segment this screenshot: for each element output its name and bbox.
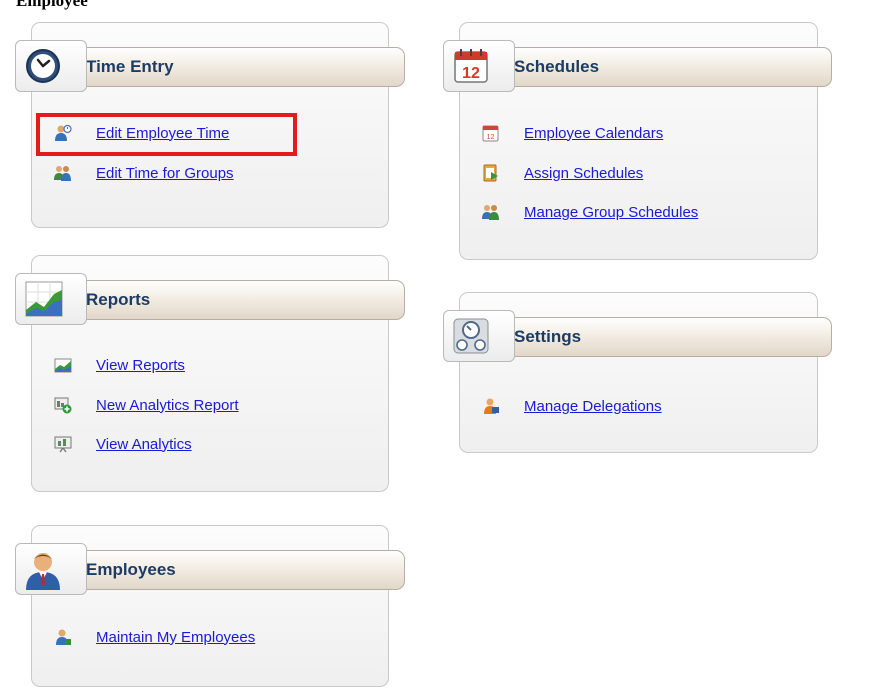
analytics-board-icon <box>54 435 72 453</box>
assign-schedules-link[interactable]: Assign Schedules <box>524 165 643 182</box>
card-title-employees: Employees <box>86 560 176 579</box>
card-settings: Settings Manage Delegations <box>443 292 832 453</box>
assign-schedule-icon <box>482 164 500 182</box>
card-title-time-entry: Time Entry <box>86 57 174 76</box>
link-item-view-analytics[interactable]: View Analytics <box>54 432 192 456</box>
card-title-reports: Reports <box>86 290 151 309</box>
edit-time-for-groups-link[interactable]: Edit Time for Groups <box>96 165 234 182</box>
link-item-manage-group-schedules[interactable]: Manage Group Schedules <box>482 200 698 224</box>
view-reports-link[interactable]: View Reports <box>96 357 185 374</box>
card-title-settings: Settings <box>514 327 582 346</box>
delegation-icon <box>482 397 500 415</box>
manage-group-schedules-link[interactable]: Manage Group Schedules <box>524 204 698 221</box>
link-item-maintain-my-employees[interactable]: Maintain My Employees <box>54 625 255 649</box>
settings-dials-icon <box>443 310 515 362</box>
calendar-day-number: 12 <box>462 65 480 82</box>
view-analytics-link[interactable]: View Analytics <box>96 436 192 453</box>
link-item-view-reports[interactable]: View Reports <box>54 353 185 377</box>
manage-delegations-link[interactable]: Manage Delegations <box>524 398 662 415</box>
employee-calendars-link[interactable]: Employee Calendars <box>524 125 663 142</box>
cutoff-page-title: Employee <box>16 0 88 10</box>
svg-text:12: 12 <box>487 134 495 141</box>
group-time-icon <box>54 164 72 182</box>
maintain-employees-icon <box>54 628 72 646</box>
calendar-small-icon: 12 <box>482 124 500 142</box>
new-analytics-icon <box>54 396 72 414</box>
link-item-employee-calendars[interactable]: 12 Employee Calendars <box>482 121 663 145</box>
employee-person-icon <box>15 543 87 595</box>
card-schedules: Schedules 12 12 Employee Calendars Assig… <box>443 22 832 260</box>
group-schedule-icon <box>482 203 500 221</box>
clock-icon <box>15 40 87 92</box>
card-title-schedules: Schedules <box>514 57 600 76</box>
link-item-edit-time-for-groups[interactable]: Edit Time for Groups <box>54 161 234 185</box>
report-chart-icon <box>54 356 72 374</box>
chart-icon <box>15 273 87 325</box>
card-employees: Employees Maintain My Employees <box>15 525 405 687</box>
link-item-manage-delegations[interactable]: Manage Delegations <box>482 394 662 418</box>
highlight-box <box>36 113 297 156</box>
new-analytics-report-link[interactable]: New Analytics Report <box>96 397 239 414</box>
calendar-icon: 12 <box>443 40 515 92</box>
link-item-new-analytics-report[interactable]: New Analytics Report <box>54 393 239 417</box>
link-item-assign-schedules[interactable]: Assign Schedules <box>482 161 643 185</box>
card-reports: Reports View Reports New Analytics Repor… <box>15 255 405 492</box>
maintain-my-employees-link[interactable]: Maintain My Employees <box>96 629 255 646</box>
